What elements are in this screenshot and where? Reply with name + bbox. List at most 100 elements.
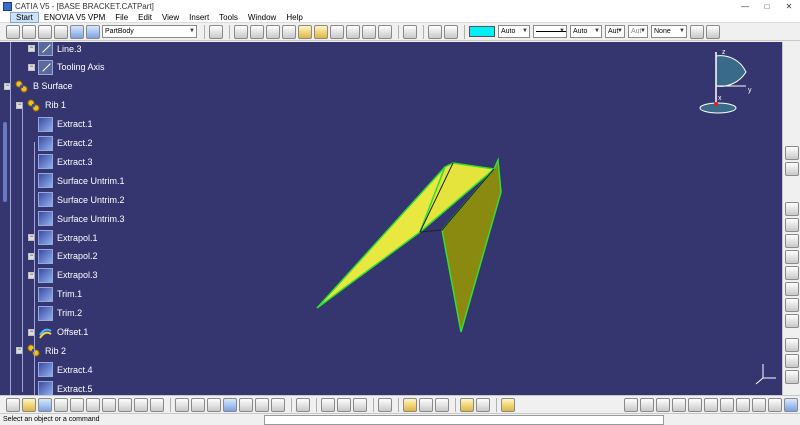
shading-icon[interactable]	[403, 397, 417, 412]
new-icon[interactable]	[6, 397, 20, 412]
parameters-icon[interactable]	[271, 397, 285, 412]
fit-all-icon[interactable]	[624, 397, 638, 412]
fill-tool-icon[interactable]	[785, 162, 799, 176]
redo-icon[interactable]	[134, 397, 148, 412]
snap-icon[interactable]	[444, 24, 458, 39]
extract-icon[interactable]	[346, 24, 360, 39]
design-table-icon[interactable]	[223, 397, 237, 412]
extrude-tool-icon[interactable]	[785, 234, 799, 248]
cylinder-tool-icon[interactable]	[785, 314, 799, 328]
iso-view-icon[interactable]	[720, 397, 734, 412]
layer-select[interactable]: None ▼	[651, 25, 687, 38]
rib-tool-icon[interactable]	[785, 146, 799, 160]
minimize-icon[interactable]: —	[734, 2, 756, 11]
color-select[interactable]: Auto ▼	[498, 25, 530, 38]
multi-view-icon[interactable]	[296, 397, 310, 412]
command-input[interactable]	[264, 414, 664, 425]
translate-icon[interactable]	[378, 24, 392, 39]
pan-icon[interactable]	[640, 397, 654, 412]
keyboard-icon[interactable]	[378, 397, 392, 412]
trim-tool-icon[interactable]	[785, 354, 799, 368]
rotate-icon[interactable]	[656, 397, 670, 412]
hide-show-icon[interactable]	[752, 397, 766, 412]
normal-view-icon[interactable]	[704, 397, 718, 412]
catalog-icon[interactable]	[191, 397, 205, 412]
check-icon[interactable]	[337, 397, 351, 412]
body-select[interactable]: PartBody ▼	[102, 25, 197, 38]
zoom-out-icon[interactable]	[688, 397, 702, 412]
print-icon[interactable]	[54, 397, 68, 412]
linetype-auto-select[interactable]: Auto ▼	[570, 25, 602, 38]
menu-enovia[interactable]: ENOVIA V5 VPM	[39, 12, 110, 23]
fillet-icon[interactable]	[362, 24, 376, 39]
sketch-icon[interactable]	[6, 24, 20, 39]
undo-icon[interactable]	[118, 397, 132, 412]
blend-tool-icon[interactable]	[785, 202, 799, 216]
whats-this-icon[interactable]	[150, 397, 164, 412]
law-icon[interactable]	[239, 397, 253, 412]
geometry-view[interactable]: z y x	[0, 42, 782, 395]
measure-icon[interactable]	[38, 24, 52, 39]
sweep-tool-icon[interactable]	[785, 250, 799, 264]
light-icon[interactable]	[460, 397, 474, 412]
loft-tool-icon[interactable]	[785, 266, 799, 280]
menu-help[interactable]: Help	[281, 12, 307, 23]
edges-icon[interactable]	[419, 397, 433, 412]
split-icon[interactable]	[298, 24, 312, 39]
shading-mode-icon[interactable]	[736, 397, 750, 412]
save-icon[interactable]	[38, 397, 52, 412]
fly-icon[interactable]	[476, 397, 490, 412]
cut-icon[interactable]	[70, 397, 84, 412]
axis-system-icon[interactable]	[22, 24, 36, 39]
knowledge-icon[interactable]	[207, 397, 221, 412]
zoom-in-icon[interactable]	[672, 397, 686, 412]
scan-icon[interactable]	[70, 24, 84, 39]
draft-analysis-icon[interactable]	[353, 397, 367, 412]
join-icon[interactable]	[234, 24, 248, 39]
menu-window[interactable]: Window	[243, 12, 281, 23]
hammer-icon[interactable]	[501, 397, 515, 412]
swap-space-icon[interactable]	[768, 397, 782, 412]
point-select[interactable]: Aut ▼	[628, 25, 648, 38]
thickness-select[interactable]: Aut ▼	[605, 25, 625, 38]
wireframe-icon[interactable]	[435, 397, 449, 412]
analysis-tool-icon[interactable]	[321, 397, 335, 412]
color-swatch[interactable]	[469, 26, 495, 37]
open-icon[interactable]	[22, 397, 36, 412]
copy-icon[interactable]	[86, 397, 100, 412]
extract-tool-icon[interactable]	[785, 338, 799, 352]
menu-file[interactable]: File	[110, 12, 133, 23]
sketcher-icon[interactable]	[403, 24, 417, 39]
offset-tool-icon[interactable]	[785, 218, 799, 232]
grid-icon[interactable]	[428, 24, 442, 39]
maximize-icon[interactable]: □	[756, 2, 778, 11]
paste-icon[interactable]	[102, 397, 116, 412]
transform-icon[interactable]	[54, 24, 68, 39]
untrim-icon[interactable]	[282, 24, 296, 39]
boundary-icon[interactable]	[330, 24, 344, 39]
menu-view[interactable]: View	[157, 12, 184, 23]
properties-icon[interactable]	[706, 24, 720, 39]
menu-edit[interactable]: Edit	[133, 12, 157, 23]
update-icon[interactable]	[255, 397, 269, 412]
painter-icon[interactable]	[690, 24, 704, 39]
body-icon[interactable]	[86, 24, 100, 39]
trim-icon[interactable]	[314, 24, 328, 39]
formula-icon[interactable]	[175, 397, 189, 412]
analysis-icon[interactable]	[209, 24, 223, 39]
menu-bar: Start ENOVIA V5 VPM File Edit View Inser…	[0, 11, 800, 23]
healing-icon[interactable]	[250, 24, 264, 39]
menu-insert[interactable]: Insert	[184, 12, 214, 23]
bottom-toolbar	[0, 395, 800, 413]
close-icon[interactable]: ✕	[778, 2, 800, 11]
split-tool-icon[interactable]	[785, 370, 799, 384]
compass-icon[interactable]: z y x	[699, 49, 752, 114]
3d-viewport[interactable]: Line.3− Tooling Axis − B Surface − Rib 1− Extr…	[0, 42, 782, 395]
surface-left-wing[interactable]	[316, 166, 446, 309]
sphere-tool-icon[interactable]	[785, 298, 799, 312]
menu-start[interactable]: Start	[10, 11, 39, 23]
revolve-tool-icon[interactable]	[785, 282, 799, 296]
menu-tools[interactable]: Tools	[214, 12, 243, 23]
linetype-select[interactable]: ▼	[533, 25, 567, 38]
curve-smooth-icon[interactable]	[266, 24, 280, 39]
